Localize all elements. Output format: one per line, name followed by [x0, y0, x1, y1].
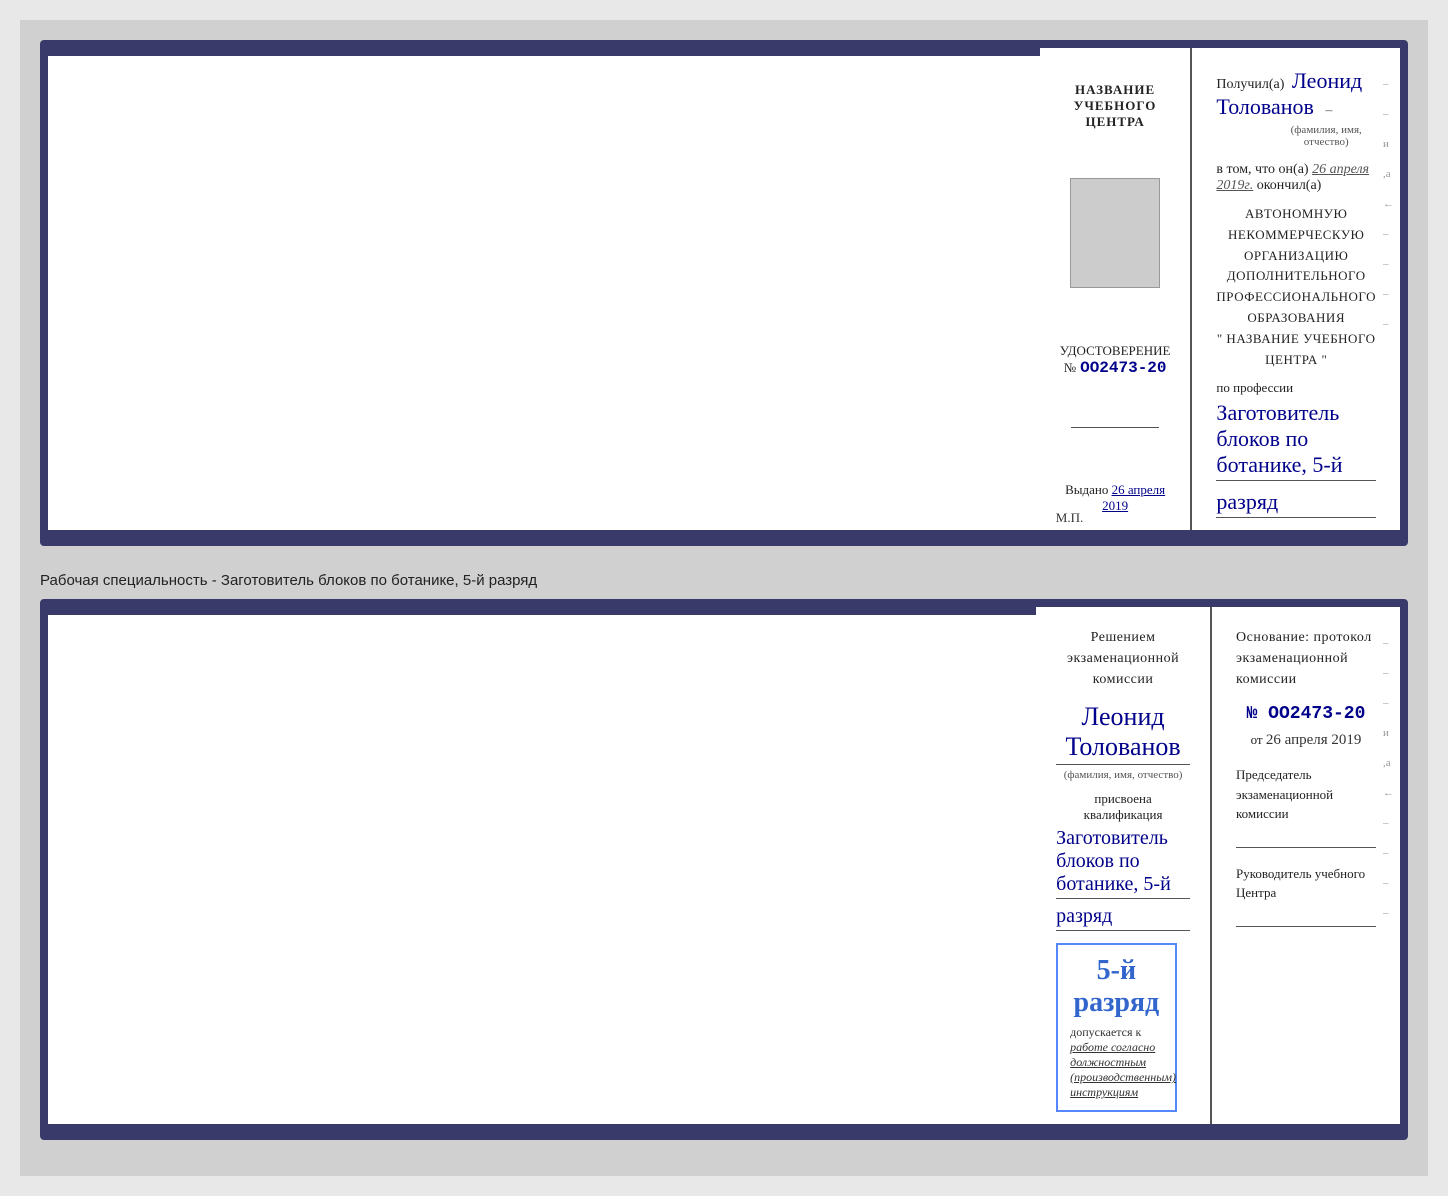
chairman-sig-line — [1236, 828, 1376, 848]
rank-description: допускается к работе согласно должностны… — [1070, 1025, 1162, 1100]
top-doc-right: Получил(а) Леонид Толованов – (фамилия, … — [1192, 48, 1400, 538]
allowed-label: допускается к — [1070, 1025, 1141, 1039]
fio-subtitle-top: (фамилия, имя, отчество) — [1276, 124, 1376, 148]
recipient-name: Леонид Толованов — [1216, 68, 1362, 119]
org-line2: ДОПОЛНИТЕЛЬНОГО ПРОФЕССИОНАЛЬНОГО ОБРАЗО… — [1216, 266, 1376, 328]
confirm-text: в том, что он(а) — [1216, 162, 1308, 177]
rank-box: 5-й разряд допускается к работе согласно… — [1056, 943, 1176, 1112]
bottom-top-bar — [48, 607, 1036, 615]
head-title: Руководитель учебного Центра — [1236, 864, 1376, 903]
profession-label: по профессии — [1216, 380, 1376, 396]
bottom-doc-bottom-bar — [48, 1124, 1400, 1132]
mp-label: М.П. — [1056, 510, 1083, 526]
org-line1: АВТОНОМНУЮ НЕКОММЕРЧЕСКУЮ ОРГАНИЗАЦИЮ — [1216, 204, 1376, 266]
commission-title: Решением экзаменационной комиссии — [1056, 627, 1190, 690]
fio-subtitle-bottom: (фамилия, имя, отчество) — [1056, 769, 1190, 781]
head-block: Руководитель учебного Центра — [1236, 864, 1376, 927]
confirm-end: окончил(а) — [1257, 178, 1322, 193]
org-block: АВТОНОМНУЮ НЕКОММЕРЧЕСКУЮ ОРГАНИЗАЦИЮ ДО… — [1216, 204, 1376, 370]
basis-title: Основание: протокол экзаменационной коми… — [1236, 627, 1376, 690]
issued-date: 26 апреля 2019 — [1102, 482, 1165, 513]
from-date-line: от 26 апреля 2019 — [1236, 732, 1376, 749]
qualification-label: присвоена квалификация — [1056, 791, 1190, 823]
protocol-number: № OO2473-20 — [1236, 704, 1376, 724]
chairman-title: Председатель экзаменационной комиссии — [1236, 765, 1376, 824]
page-wrapper: НАЗВАНИЕ УЧЕБНОГО ЦЕНТРА УДОСТОВЕРЕНИЕ №… — [20, 20, 1428, 1176]
qualification-value: Заготовитель блоков по ботанике, 5-й — [1056, 827, 1190, 899]
top-document: НАЗВАНИЕ УЧЕБНОГО ЦЕНТРА УДОСТОВЕРЕНИЕ №… — [40, 40, 1408, 546]
bottom-bar — [48, 530, 1400, 538]
bottom-doc-right: Основание: протокол экзаменационной коми… — [1212, 607, 1400, 1132]
org-line3: " НАЗВАНИЕ УЧЕБНОГО ЦЕНТРА " — [1216, 329, 1376, 371]
from-date: 26 апреля 2019 — [1266, 732, 1362, 748]
rank-display: 5-й разряд — [1070, 955, 1162, 1019]
top-bar — [48, 48, 1040, 56]
bottom-doc-left: Решением экзаменационной комиссии Леонид… — [1036, 607, 1212, 1132]
bottom-side-marks: – – – и ,а ← – – – – — [1383, 637, 1394, 919]
photo-placeholder — [1070, 178, 1160, 288]
cert-label: УДОСТОВЕРЕНИЕ — [1060, 343, 1171, 359]
profession-value: Заготовитель блоков по ботанике, 5-й — [1216, 400, 1376, 481]
issued-label: Выдано — [1065, 482, 1108, 497]
cert-number-block: УДОСТОВЕРЕНИЕ № OO2473-20 — [1060, 343, 1171, 377]
divider — [1071, 427, 1160, 428]
cert-number-prefix: № — [1064, 360, 1076, 375]
person-name: Леонид Толованов — [1056, 702, 1190, 765]
date-confirm-line: в том, что он(а) 26 апреля 2019г. окончи… — [1216, 162, 1376, 194]
received-label: Получил(а) — [1216, 77, 1284, 92]
specialty-label: Рабочая специальность - Заготовитель бло… — [40, 562, 1408, 599]
cert-number: OO2473-20 — [1080, 359, 1166, 377]
allowed-text: работе согласно должностным (производств… — [1070, 1040, 1176, 1099]
top-doc-left: НАЗВАНИЕ УЧЕБНОГО ЦЕНТРА УДОСТОВЕРЕНИЕ №… — [1040, 48, 1193, 538]
head-sig-line — [1236, 907, 1376, 927]
bottom-document: Решением экзаменационной комиссии Леонид… — [40, 599, 1408, 1140]
chairman-block: Председатель экзаменационной комиссии — [1236, 765, 1376, 848]
rank-value-bottom: разряд — [1056, 905, 1190, 931]
recipient-line: Получил(а) Леонид Толованов – — [1216, 68, 1376, 120]
from-label: от — [1251, 732, 1263, 747]
training-center-title: НАЗВАНИЕ УЧЕБНОГО ЦЕНТРА — [1060, 82, 1171, 130]
side-marks: – – и ,а ← – – – – — [1383, 78, 1394, 330]
rank-value-top: разряд — [1216, 489, 1376, 518]
